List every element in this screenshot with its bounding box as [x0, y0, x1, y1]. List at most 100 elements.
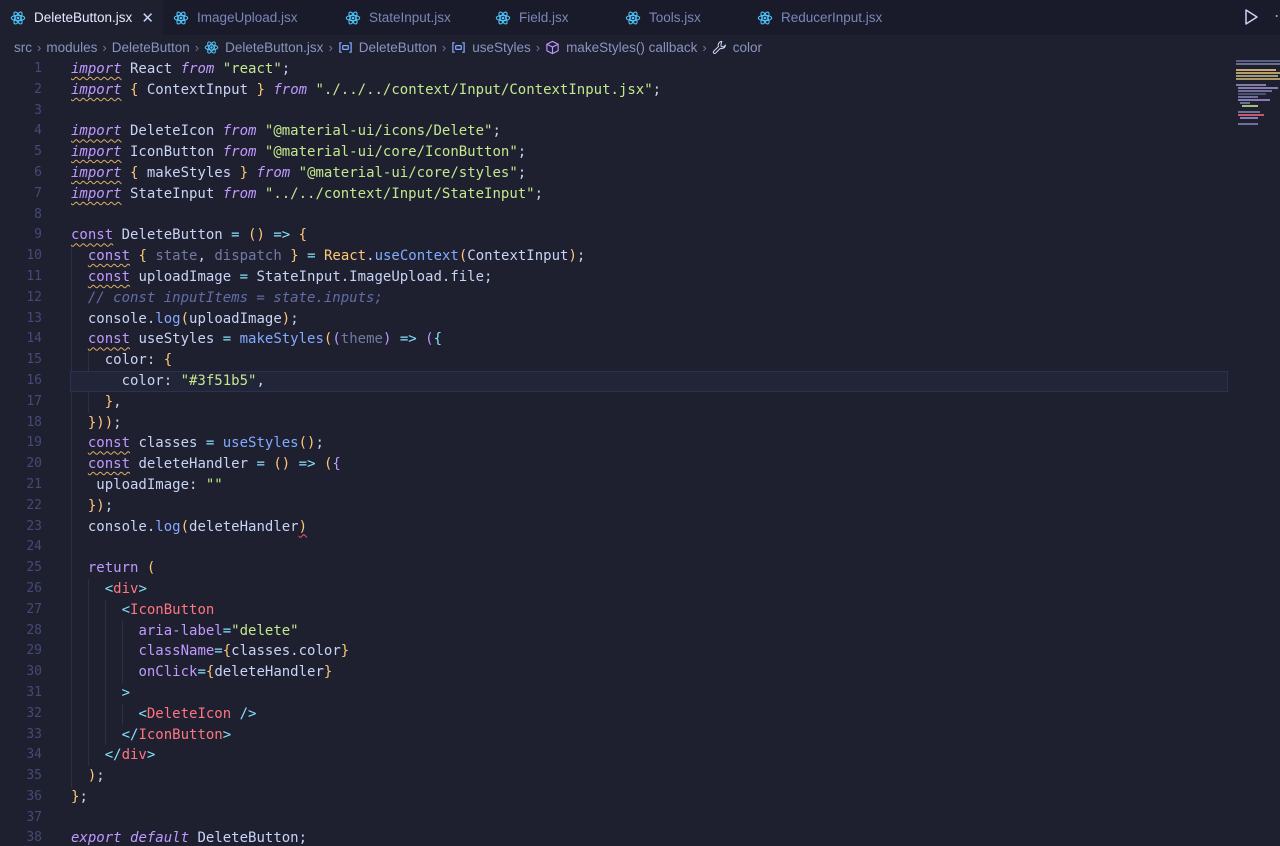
code-line[interactable]: 31 >: [0, 682, 1228, 704]
code-line[interactable]: 18 }));: [0, 412, 1228, 434]
breadcrumb-modules[interactable]: modules: [46, 40, 97, 55]
code-text: );: [87, 768, 105, 785]
code-text: import IconButton from "@material-ui/cor…: [71, 144, 527, 161]
minimap-line: [1238, 96, 1258, 98]
breadcrumb-label: src: [14, 40, 32, 55]
breadcrumb-label: DeleteButton: [358, 40, 437, 55]
code-line[interactable]: 32 <DeleteIcon />: [0, 703, 1228, 725]
react-icon: [495, 11, 511, 24]
code-line[interactable]: 11 const uploadImage = StateInput.ImageU…: [0, 266, 1228, 288]
line-number: 32: [26, 705, 42, 721]
code-line[interactable]: 38 export default DeleteButton;: [0, 828, 1228, 846]
code-line[interactable]: 29 className={classes.color}: [0, 641, 1228, 663]
code-line[interactable]: 30 onClick={deleteHandler}: [0, 662, 1228, 683]
react-icon: [757, 11, 773, 24]
code-line[interactable]: 25 return (: [0, 558, 1228, 579]
method-cube-icon: [546, 40, 559, 55]
breadcrumb-folder[interactable]: DeleteButton: [112, 40, 190, 55]
minimap-line: [1238, 123, 1258, 125]
minimap-line: [1238, 87, 1278, 89]
line-number: 10: [26, 248, 42, 264]
code-line[interactable]: 14 const useStyles = makeStyles((theme) …: [0, 329, 1228, 351]
line-number: 5: [34, 144, 42, 160]
code-line[interactable]: 12 // const inputItems = state.inputs;: [0, 287, 1228, 309]
code-line[interactable]: 16 color: "#3f51b5",: [0, 370, 1228, 392]
code-line[interactable]: 19 const classes = useStyles();: [0, 433, 1228, 455]
code-text: >: [121, 684, 131, 701]
code-text: aria-label="delete": [138, 622, 299, 639]
minimap-line: [1238, 114, 1264, 116]
code-line[interactable]: 22 });: [0, 495, 1228, 517]
code-line[interactable]: 28 aria-label="delete": [0, 620, 1228, 642]
code-text: </div>: [104, 747, 156, 764]
breadcrumb-callback[interactable]: makeStyles() callback: [545, 40, 697, 55]
line-number: 31: [26, 684, 42, 700]
code-text: const deleteHandler = () => ({: [87, 456, 341, 473]
code-line[interactable]: 20 const deleteHandler = () => ({: [0, 454, 1228, 475]
code-line[interactable]: 37: [0, 808, 1228, 829]
line-number: 19: [26, 435, 42, 451]
react-icon: [204, 41, 219, 54]
code-text: // const inputItems = state.inputs;: [87, 289, 383, 306]
breadcrumb-component[interactable]: DeleteButton: [338, 40, 437, 55]
tab-field[interactable]: Field.jsx: [485, 0, 615, 35]
code-line[interactable]: 2 import { ContextInput } from "./../../c…: [0, 80, 1228, 101]
tab-stateinput[interactable]: StateInput.jsx: [335, 0, 485, 35]
tab-reducerinput[interactable]: ReducerInput.jsx: [747, 0, 897, 35]
breadcrumb-src[interactable]: src: [14, 40, 32, 55]
code-line[interactable]: 27 <IconButton: [0, 599, 1228, 621]
code-line[interactable]: 21 uploadImage: "": [0, 474, 1228, 496]
tab-imageupload[interactable]: ImageUpload.jsx: [163, 0, 335, 35]
code-line[interactable]: 23 console.log(deleteHandler): [0, 516, 1228, 538]
breadcrumb-prop[interactable]: color: [712, 40, 762, 55]
react-icon: [625, 11, 641, 24]
code-line[interactable]: 7 import StateInput from "../../context/I…: [0, 184, 1228, 205]
minimap-line: [1236, 75, 1278, 77]
breadcrumb-label: DeleteButton.jsx: [225, 40, 324, 55]
code-line[interactable]: 26 <div>: [0, 578, 1228, 600]
code-line[interactable]: 24: [0, 537, 1228, 559]
code-line[interactable]: 1 import React from "react";: [0, 59, 1228, 80]
code-text: import { makeStyles } from "@material-ui…: [71, 164, 527, 181]
editor-tab-bar: DeleteButton.jsx ✕ ImageUpload.jsx StateInp…: [0, 0, 1280, 35]
line-number: 38: [26, 830, 42, 846]
chevron-right-icon: ›: [535, 40, 541, 55]
line-number: 23: [26, 518, 42, 534]
code-line[interactable]: 6 import { makeStyles } from "@material-u…: [0, 163, 1228, 184]
more-actions-icon[interactable]: ⋯: [1274, 6, 1280, 28]
run-icon[interactable]: [1242, 8, 1260, 26]
breadcrumb-label: useStyles: [472, 40, 531, 55]
tab-tools[interactable]: Tools.jsx: [615, 0, 747, 35]
react-icon: [173, 11, 189, 24]
tab-deletebutton[interactable]: DeleteButton.jsx ✕: [0, 0, 163, 35]
code-line[interactable]: 13 console.log(uploadImage);: [0, 308, 1228, 330]
code-line[interactable]: 10 const { state, dispatch } = React.use…: [0, 246, 1228, 267]
code-line[interactable]: 5 import IconButton from "@material-ui/co…: [0, 142, 1228, 163]
code-line[interactable]: 8: [0, 205, 1228, 226]
code-line[interactable]: 33 </IconButton>: [0, 724, 1228, 746]
code-line[interactable]: 15 color: {: [0, 350, 1228, 371]
react-icon: [10, 11, 26, 24]
code-line[interactable]: 3: [0, 101, 1228, 122]
code-line[interactable]: 9 const DeleteButton = () => {: [0, 225, 1228, 246]
line-number: 9: [34, 227, 42, 243]
react-icon: [345, 11, 361, 24]
code-text: const classes = useStyles();: [87, 435, 324, 452]
line-number: 4: [34, 123, 42, 139]
breadcrumb-hook[interactable]: useStyles: [451, 40, 531, 55]
chevron-right-icon: ›: [194, 40, 200, 55]
line-number: 16: [26, 372, 42, 388]
breadcrumb-file[interactable]: DeleteButton.jsx: [204, 40, 323, 55]
line-number: 2: [34, 81, 42, 97]
minimap[interactable]: [1232, 59, 1280, 129]
line-number: 14: [26, 331, 42, 347]
close-icon[interactable]: ✕: [141, 9, 154, 27]
code-editor[interactable]: 1 import React from "react"; 2 import { Con…: [0, 59, 1228, 846]
minimap-line: [1236, 60, 1280, 62]
code-text: }));: [87, 414, 122, 431]
code-line[interactable]: 36};: [0, 787, 1228, 808]
code-line[interactable]: 34 </div>: [0, 745, 1228, 767]
code-line[interactable]: 35 );: [0, 766, 1228, 787]
code-line[interactable]: 4 import DeleteIcon from "@material-ui/ic…: [0, 121, 1228, 142]
code-line[interactable]: 17 },: [0, 391, 1228, 413]
